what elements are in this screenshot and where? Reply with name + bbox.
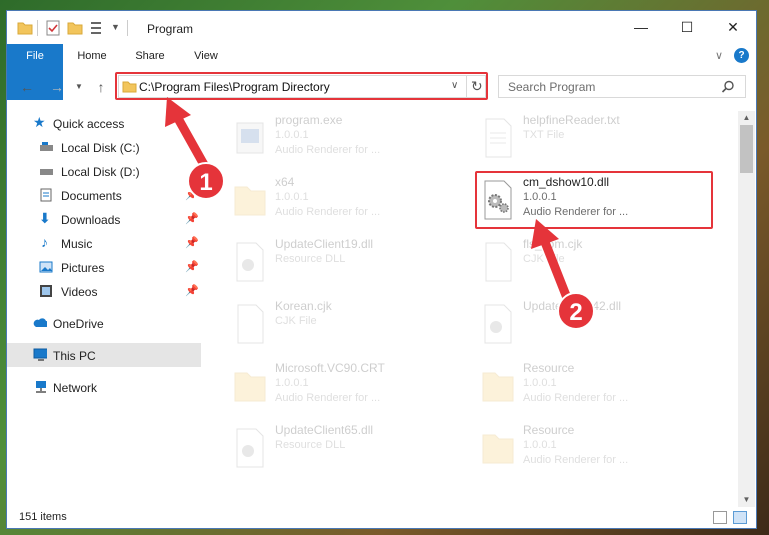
step-1-badge: 1 — [187, 162, 225, 200]
arrow-2-shaft — [538, 232, 574, 308]
explorer-window: ▼ Program — ☐ ✕ File Home Share View ∨ ?… — [6, 10, 757, 529]
annotation-arrows — [165, 97, 574, 308]
step-2-badge: 2 — [557, 292, 595, 330]
